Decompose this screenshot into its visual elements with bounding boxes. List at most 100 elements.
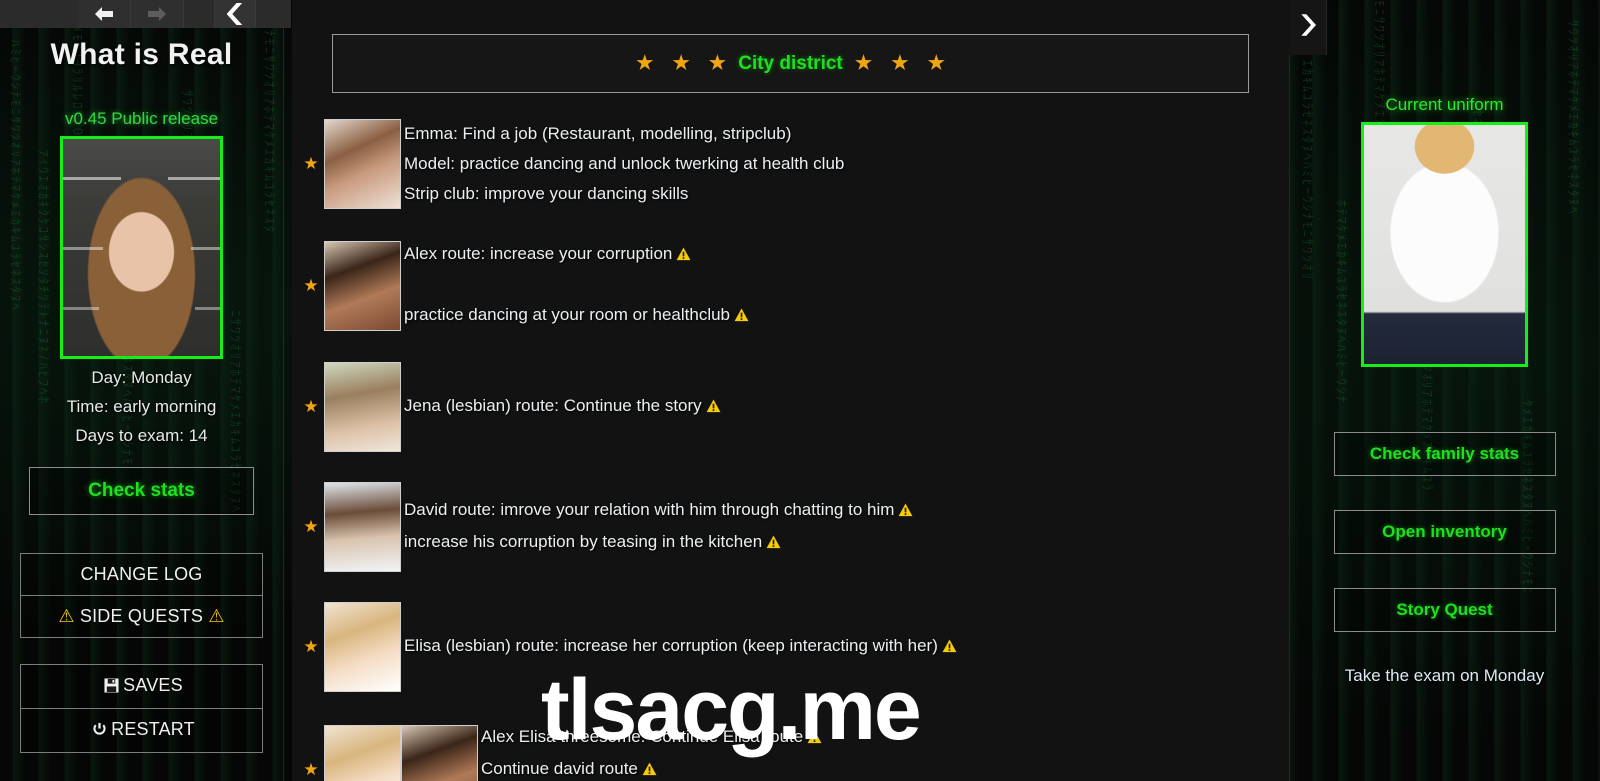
change-log-button[interactable]: CHANGE LOG: [21, 554, 262, 596]
current-uniform-label: Current uniform: [1385, 95, 1504, 114]
character-thumbnail-elisa[interactable]: [324, 602, 401, 692]
warning-icon: [807, 724, 822, 754]
story-quest-button[interactable]: Story Quest: [1333, 588, 1556, 632]
browser-topbar: [0, 0, 291, 28]
quest-row[interactable]: ★ Alex route: increase your corruption pra…: [298, 239, 1289, 332]
quest-text: Alex route: increase your corruption prac…: [401, 239, 1289, 332]
main-content: ★ ★ ★ City district ★ ★ ★ ★ Emma: Find a …: [292, 0, 1289, 781]
star-icon: ★: [927, 53, 945, 74]
quest-line[interactable]: Continue david route: [481, 754, 1289, 781]
star-icon: ★: [303, 397, 319, 416]
star-icon: ★: [303, 517, 319, 536]
quest-line-label: David route: imrove your relation with h…: [404, 500, 895, 519]
quest-line-label: Elisa (lesbian) route: increase her corr…: [404, 636, 938, 655]
quest-thumbnails: [324, 119, 401, 209]
power-icon: [92, 721, 107, 742]
quest-line-label: Model: practice dancing and unlock twerk…: [404, 154, 845, 173]
quest-row[interactable]: ★ Elisa (lesbian) route: increase her cor…: [298, 602, 1289, 692]
player-portrait[interactable]: [60, 136, 223, 359]
version-label: v0.45 Public release: [64, 109, 219, 128]
quest-line[interactable]: increase his corruption by teasing in th…: [404, 527, 1289, 559]
star-icon: ★: [303, 637, 319, 656]
quest-row[interactable]: ★ Emma: Find a job (Restaurant, modelling…: [298, 119, 1289, 209]
stat-time: Time: early morning: [66, 397, 217, 416]
stat-day: Day: Monday: [91, 368, 192, 387]
quest-line-label: increase his corruption by teasing in th…: [404, 532, 763, 551]
uniform-photo: [1364, 125, 1525, 364]
check-family-stats-button[interactable]: Check family stats: [1333, 432, 1556, 476]
quest-line[interactable]: Elisa (lesbian) route: increase her corr…: [404, 631, 1289, 663]
quest-text: David route: imrove your relation with h…: [401, 495, 1289, 559]
sidebar-right-divider: [1289, 0, 1290, 781]
quest-text: Alex Elisa threesome: Continue Elisa rou…: [478, 722, 1289, 781]
collapse-sidebar-button[interactable]: [214, 0, 256, 28]
quest-thumbnails: [324, 602, 401, 692]
quest-line[interactable]: Emma: Find a job (Restaurant, modelling,…: [404, 119, 1289, 149]
warning-icon: [942, 633, 957, 663]
warning-icon: [706, 393, 721, 423]
quest-text: Emma: Find a job (Restaurant, modelling,…: [401, 119, 1289, 209]
star-icon: ★: [672, 53, 690, 74]
quest-line-label: Continue david route: [481, 759, 638, 778]
warning-icon: ⚠: [58, 606, 75, 626]
stat-days-to-exam: Days to exam: 14: [75, 426, 208, 445]
warning-icon: [766, 529, 781, 559]
quest-line[interactable]: Strip club: improve your dancing skills: [404, 179, 1289, 209]
quest-row[interactable]: ★ David route: imrove your relation with …: [298, 482, 1289, 572]
district-name: City district: [738, 53, 843, 74]
side-quests-label: SIDE QUESTS: [79, 606, 204, 626]
character-thumbnail-elisa[interactable]: [324, 725, 401, 781]
star-icon: ★: [855, 53, 873, 74]
exam-reminder: Take the exam on Monday: [1344, 666, 1545, 685]
star-icon: ★: [708, 53, 726, 74]
quest-line[interactable]: practice dancing at your room or healthc…: [404, 300, 1289, 332]
open-inventory-button[interactable]: Open inventory: [1333, 510, 1556, 554]
quest-line[interactable]: Model: practice dancing and unlock twerk…: [404, 149, 1289, 179]
player-portrait-image: [63, 139, 220, 356]
star-icon: ★: [303, 154, 319, 173]
back-button[interactable]: [78, 0, 131, 28]
quest-text: Elisa (lesbian) route: increase her corr…: [401, 631, 1289, 663]
menu-group-secondary: SAVES RESTART: [20, 664, 263, 753]
quest-thumbnails: [324, 240, 401, 331]
quest-list: ★ Emma: Find a job (Restaurant, modelling…: [292, 119, 1289, 781]
warning-icon: ⚠: [208, 606, 225, 626]
quest-row[interactable]: ★ Jena (lesbian) route: Continue the stor…: [298, 362, 1289, 452]
quest-thumbnails: [324, 482, 401, 572]
quest-row[interactable]: ★ Alex Elisa threesome: Continue Elisa ro…: [298, 722, 1289, 781]
quest-line[interactable]: David route: imrove your relation with h…: [404, 495, 1289, 527]
character-thumbnail-alex[interactable]: [401, 725, 478, 781]
restart-label: RESTART: [111, 719, 195, 739]
quest-line-label: Jena (lesbian) route: Continue the story: [404, 396, 702, 415]
star-icon: ★: [636, 53, 654, 74]
quest-line[interactable]: Jena (lesbian) route: Continue the story: [404, 391, 1289, 423]
character-thumbnail-david[interactable]: [324, 482, 401, 572]
quest-line-label: Alex route: increase your corruption: [404, 244, 673, 263]
quest-line-label: Alex Elisa threesome: Continue Elisa rou…: [481, 727, 804, 746]
warning-icon: [676, 241, 691, 271]
saves-label: SAVES: [123, 675, 183, 695]
check-stats-button[interactable]: Check stats: [29, 467, 254, 515]
quest-line-label: practice dancing at your room or healthc…: [404, 305, 731, 324]
change-log-label: CHANGE LOG: [80, 564, 203, 584]
character-thumbnail-alex[interactable]: [324, 240, 401, 331]
current-uniform-image[interactable]: [1361, 122, 1528, 367]
star-icon: ★: [303, 275, 319, 295]
side-quests-button[interactable]: ⚠ SIDE QUESTS ⚠: [21, 596, 262, 637]
character-thumbnail-emma[interactable]: [324, 119, 401, 209]
character-thumbnail-jena[interactable]: [324, 362, 401, 452]
menu-group-primary: CHANGE LOG ⚠ SIDE QUESTS ⚠: [20, 553, 263, 638]
saves-button[interactable]: SAVES: [21, 665, 262, 709]
forward-button[interactable]: [131, 0, 184, 28]
floppy-disk-icon: [104, 677, 119, 698]
restart-button[interactable]: RESTART: [21, 709, 262, 752]
star-icon: ★: [303, 760, 319, 779]
quest-thumbnails: [324, 362, 401, 452]
star-icon: ★: [891, 53, 909, 74]
game-window: ﾊﾐﾋｰｳｼﾅﾓﾆｻﾜﾂｵﾘｱﾎﾃﾏｹﾒｴｶｷﾑﾕﾗｾﾈｽﾀﾇﾍ ｱｲｳｴｵｶｷｸ…: [0, 0, 1600, 781]
warning-icon: [734, 302, 749, 332]
quest-line[interactable]: Alex Elisa threesome: Continue Elisa rou…: [481, 722, 1289, 754]
expand-panel-button[interactable]: [1289, 0, 1327, 55]
quest-line[interactable]: Alex route: increase your corruption: [404, 239, 1289, 271]
left-sidebar: What is Real v0.45 Public release Day: M…: [0, 28, 283, 781]
